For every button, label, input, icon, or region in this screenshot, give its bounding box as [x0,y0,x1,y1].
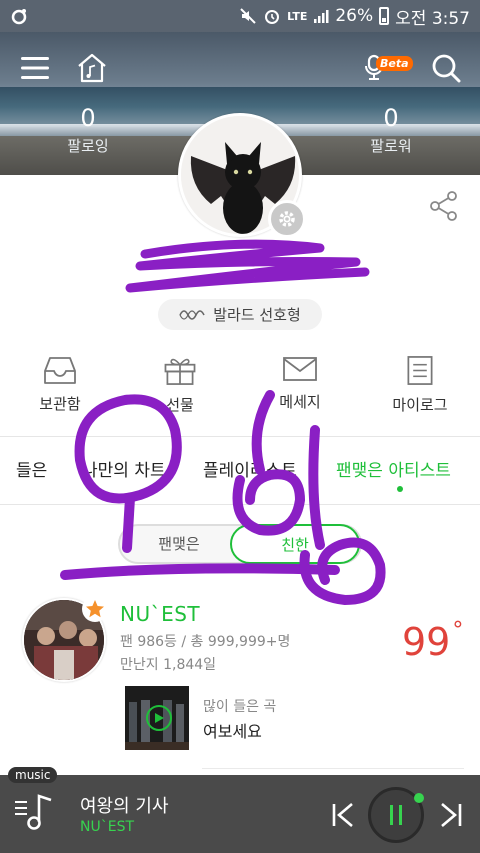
days-together-info: 만난지 1,844일 [120,657,217,673]
following-count: 0 [80,104,96,132]
star-icon [86,600,104,618]
wave-icon [179,309,205,320]
tab-my-chart[interactable]: 나만의 차트 [82,456,166,481]
active-tab-indicator [397,486,403,492]
menu-button[interactable] [17,50,53,86]
playlist-button[interactable] [12,790,56,834]
gift-icon [164,358,196,385]
menu-item-label: 보관함 [39,395,81,413]
now-playing-artist: NU`EST [80,819,135,835]
menu-item-mylog[interactable]: 마이로그 [360,355,480,415]
song-title[interactable]: 여보세요 [203,718,262,742]
artist-name[interactable]: NU`EST [120,602,200,626]
song-subtitle: 많이 들은 곡 [203,699,277,715]
hamburger-icon [21,57,49,79]
playlist-note-icon [15,794,52,830]
content-tabs: 들은 나만의 차트 플레이리스트 팬맺은 아티스트 [0,438,480,502]
row-divider [202,768,464,769]
pause-icon [390,805,402,825]
tab-listened[interactable]: 들은 [16,456,47,481]
clock: 오전 3:57 [395,8,470,29]
log-icon [407,356,433,385]
progress-indicator [414,793,424,803]
signal-icon [314,10,329,23]
tab-fan-artists[interactable]: 팬맺은 아티스트 [336,456,451,481]
followers-stat[interactable]: 0 팔로워 [341,104,441,156]
skip-next-icon [441,803,462,827]
share-button[interactable] [428,190,460,222]
favorite-badge [82,596,108,622]
app-notification-icon [11,9,27,25]
menu-item-gift[interactable]: 선물 [120,355,240,415]
menu-item-message[interactable]: 메세지 [240,355,360,415]
battery-percent: 26% [335,6,374,26]
music-tag: music [8,767,58,783]
play-icon [155,713,164,723]
following-stat[interactable]: 0 팔로잉 [38,104,138,156]
music-home-icon [78,53,106,83]
battery-icon [379,7,390,25]
tab-playlist[interactable]: 플레이리스트 [203,456,297,481]
home-button[interactable] [74,50,110,86]
menu-item-storage[interactable]: 보관함 [0,355,120,415]
menu-item-label: 메세지 [279,393,321,411]
inbox-icon [44,357,76,384]
toggle-close-option[interactable]: 친한 [230,524,360,564]
next-button[interactable] [438,800,464,830]
fan-temperature: 99° [402,618,464,664]
followers-label: 팔로워 [370,137,412,155]
quick-menu: 보관함 선물 메세지 마이로그 [0,355,480,415]
avatar-settings-button[interactable] [268,200,306,238]
skip-previous-icon [332,803,353,827]
degree-symbol: ° [452,618,464,644]
network-type: LTE [287,9,308,23]
gear-icon [279,211,295,227]
search-icon [432,54,461,83]
mail-icon [283,357,317,381]
beta-badge: Beta [376,56,413,71]
song-play-button[interactable] [146,705,172,731]
menu-item-label: 선물 [166,396,194,414]
mute-icon [240,8,256,24]
now-playing-title: 여왕의 기사 [80,796,169,817]
genre-tag-label: 발라드 선호형 [213,306,301,324]
menu-item-label: 마이로그 [392,396,448,414]
section-divider [0,436,480,437]
previous-button[interactable] [330,800,356,830]
followers-count: 0 [383,104,399,132]
share-icon [430,191,457,221]
fan-temperature-value: 99 [402,620,451,664]
name-redaction-scribble [125,239,370,293]
alarm-icon [265,10,280,24]
status-bar: LTE 26% 오전 3:57 [0,0,480,32]
toggle-fan-option[interactable]: 팬맺은 [120,526,238,562]
fan-rank-info: 팬 986등 / 총 999,999+명 [120,634,291,650]
relationship-toggle: 팬맺은 친한 [118,524,362,564]
following-label: 팔로잉 [67,137,109,155]
genre-tag[interactable]: 발라드 선호형 [158,299,322,330]
search-button[interactable] [428,50,464,86]
